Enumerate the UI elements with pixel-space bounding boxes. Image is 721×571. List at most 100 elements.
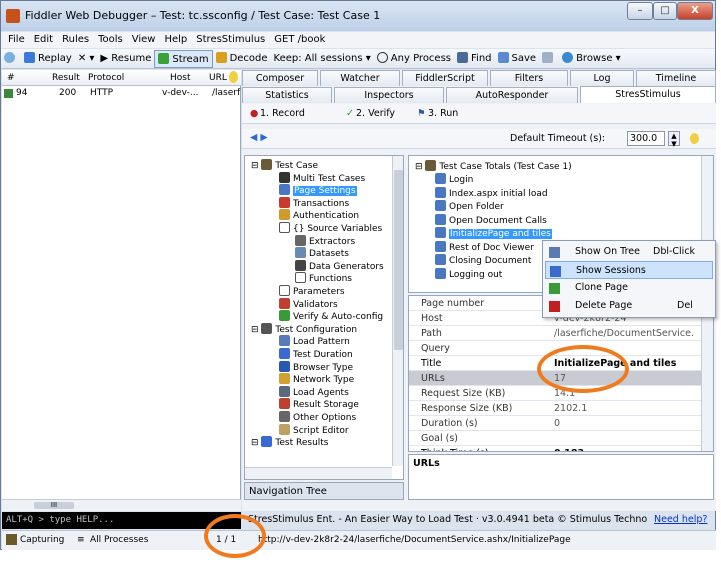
menu-edit[interactable]: Edit [34, 32, 53, 48]
tree-node[interactable]: Result Storage [279, 398, 359, 411]
menu-file[interactable]: File [8, 32, 25, 48]
tree-node[interactable]: Multi Test Cases [279, 171, 365, 185]
maximize-button[interactable]: □ [653, 2, 677, 20]
context-item-delete-page[interactable]: Delete Page Del [545, 297, 713, 315]
menu-view[interactable]: View [132, 32, 156, 48]
processes-label[interactable]: All Processes [90, 535, 148, 545]
tab-timeline[interactable]: Timeline [636, 70, 716, 86]
context-item-show-on-tree[interactable]: Show On Tree Dbl-Click [545, 243, 713, 261]
expander-icon[interactable]: ⊟ [251, 161, 261, 171]
tab-autoresponder[interactable]: AutoResponder [446, 87, 578, 103]
expander-icon[interactable]: ⊟ [251, 325, 261, 335]
property-row[interactable]: Think Time (s) 0.183 [409, 446, 713, 451]
tab-fiddlerscript[interactable]: FiddlerScript [402, 70, 488, 86]
tab-watcher[interactable]: Watcher [320, 70, 400, 86]
props-scrollbar[interactable] [701, 296, 713, 451]
timeout-input[interactable]: 300.0 [627, 131, 665, 146]
page-node[interactable]: InitializePage and tiles [435, 227, 552, 240]
tab-statistics[interactable]: Statistics [242, 87, 332, 103]
tree-node[interactable]: ⊟ Test Results [251, 436, 329, 449]
resume-button[interactable]: ▶ Resume [97, 50, 154, 68]
col-result[interactable]: Result [52, 73, 80, 83]
table-row[interactable]: 94 200 HTTP v-dev-... /laserf [2, 87, 241, 101]
tree-node[interactable]: Page Settings [279, 184, 357, 197]
menu-help[interactable]: Help [164, 32, 187, 48]
decode-button[interactable]: Decode [213, 50, 271, 68]
find-button[interactable]: Find [454, 50, 495, 68]
page-node[interactable]: Login [435, 173, 473, 186]
tree-node[interactable]: Network Type [279, 373, 354, 386]
back-icon[interactable]: ◀ ▶ [250, 132, 268, 143]
col-host[interactable]: Host [170, 73, 191, 83]
replay-button[interactable]: Replay [21, 50, 75, 68]
tree-node[interactable]: Authentication [279, 209, 359, 222]
tree-node[interactable]: Functions [295, 272, 352, 285]
col-protocol[interactable]: Protocol [88, 73, 124, 83]
tree-node[interactable]: ⊟ Test Configuration [251, 322, 357, 336]
col-number[interactable]: # [7, 73, 15, 83]
tree-node[interactable]: Parameters [279, 285, 345, 298]
expander-icon[interactable]: ⊟ [251, 438, 261, 448]
remove-button[interactable]: ✕ ▾ [75, 50, 98, 68]
property-row[interactable]: Goal (s) [409, 431, 713, 446]
tab-inspectors[interactable]: Inspectors [334, 87, 444, 103]
close-button[interactable]: X [677, 2, 713, 20]
any-process-button[interactable]: Any Process [374, 50, 454, 68]
page-node[interactable]: Open Document Calls [435, 213, 547, 227]
scroll-thumb[interactable]: III [34, 502, 74, 509]
minimize-button[interactable]: – [627, 2, 653, 20]
need-help-link[interactable]: Need help? [654, 514, 707, 525]
record-button[interactable]: 1. Record [260, 108, 305, 119]
col-url[interactable]: URL [209, 73, 227, 83]
expander-icon[interactable]: ⊟ [415, 162, 425, 172]
property-row[interactable]: Response Size (KB) 2102.1 [409, 401, 713, 416]
tree-hscrollbar[interactable] [245, 467, 392, 479]
page-node[interactable]: Index.aspx initial load [435, 186, 548, 200]
quickexec-input[interactable]: ALT+Q > type HELP... [2, 512, 241, 529]
context-item-show-sessions[interactable]: Show Sessions [545, 261, 713, 279]
property-row[interactable]: Path/laserfiche/DocumentService. [409, 326, 713, 341]
tree-node[interactable]: Datasets [295, 247, 349, 260]
context-item-clone-page[interactable]: Clone Page [545, 279, 713, 297]
timeout-spinner[interactable]: ▲ ▼ [668, 131, 680, 148]
page-node[interactable]: Rest of Doc Viewer [435, 240, 534, 254]
comment-button[interactable] [1, 50, 21, 68]
menu-rules[interactable]: Rules [62, 32, 89, 48]
screenshot-button[interactable] [539, 50, 559, 68]
keep-sessions-dropdown[interactable]: Keep: All sessions ▾ [271, 50, 374, 68]
property-row[interactable]: Duration (s) 0 [409, 416, 713, 431]
page-node[interactable]: Open Folder [435, 200, 504, 213]
tab-log[interactable]: Log [570, 70, 634, 86]
tab-filters[interactable]: Filters [490, 70, 568, 86]
tree-node[interactable]: Load Pattern [279, 335, 350, 348]
tree-node[interactable]: Validators [279, 297, 338, 311]
tree-node[interactable]: ⊟ Test Case [251, 159, 318, 172]
menu-get-book[interactable]: GET /book [274, 32, 325, 48]
tab-stresstimulus[interactable]: StresStimulus [580, 86, 716, 103]
sessions-scrollbar[interactable]: III [2, 499, 241, 511]
menu-stresstimulus[interactable]: StresStimulus [196, 32, 265, 48]
verify-button[interactable]: 2. Verify [356, 108, 395, 119]
menu-tools[interactable]: Tools [98, 32, 123, 48]
tree-node[interactable]: Data Generators [295, 259, 384, 273]
totals-root[interactable]: ⊟ Test Case Totals (Test Case 1) [415, 160, 572, 173]
browse-button[interactable]: Browse ▾ [559, 50, 624, 68]
save-button[interactable]: Save [495, 50, 540, 68]
tree-node[interactable]: Browser Type [279, 360, 353, 374]
tree-scroll-thumb[interactable] [394, 170, 403, 350]
tree-node[interactable]: Load Agents [279, 385, 349, 399]
tree-node[interactable]: Script Editor [279, 423, 349, 437]
run-button[interactable]: 3. Run [428, 108, 458, 119]
tab-composer[interactable]: Composer [242, 70, 318, 86]
tree-node[interactable]: {} Source Variables [279, 222, 382, 235]
stream-button[interactable]: Stream [154, 50, 213, 68]
page-node[interactable]: Closing Document [435, 254, 531, 267]
tree-scrollbar[interactable] [392, 156, 403, 466]
page-node[interactable]: Logging out [435, 267, 502, 281]
tree-node[interactable]: Test Duration [279, 348, 353, 361]
tree-node[interactable]: Verify & Auto-config [279, 310, 383, 323]
tree-node[interactable]: Extractors [295, 234, 355, 248]
tree-node[interactable]: Other Options [279, 411, 356, 424]
capturing-label[interactable]: Capturing [20, 535, 64, 545]
tree-node[interactable]: Transactions [279, 196, 349, 210]
